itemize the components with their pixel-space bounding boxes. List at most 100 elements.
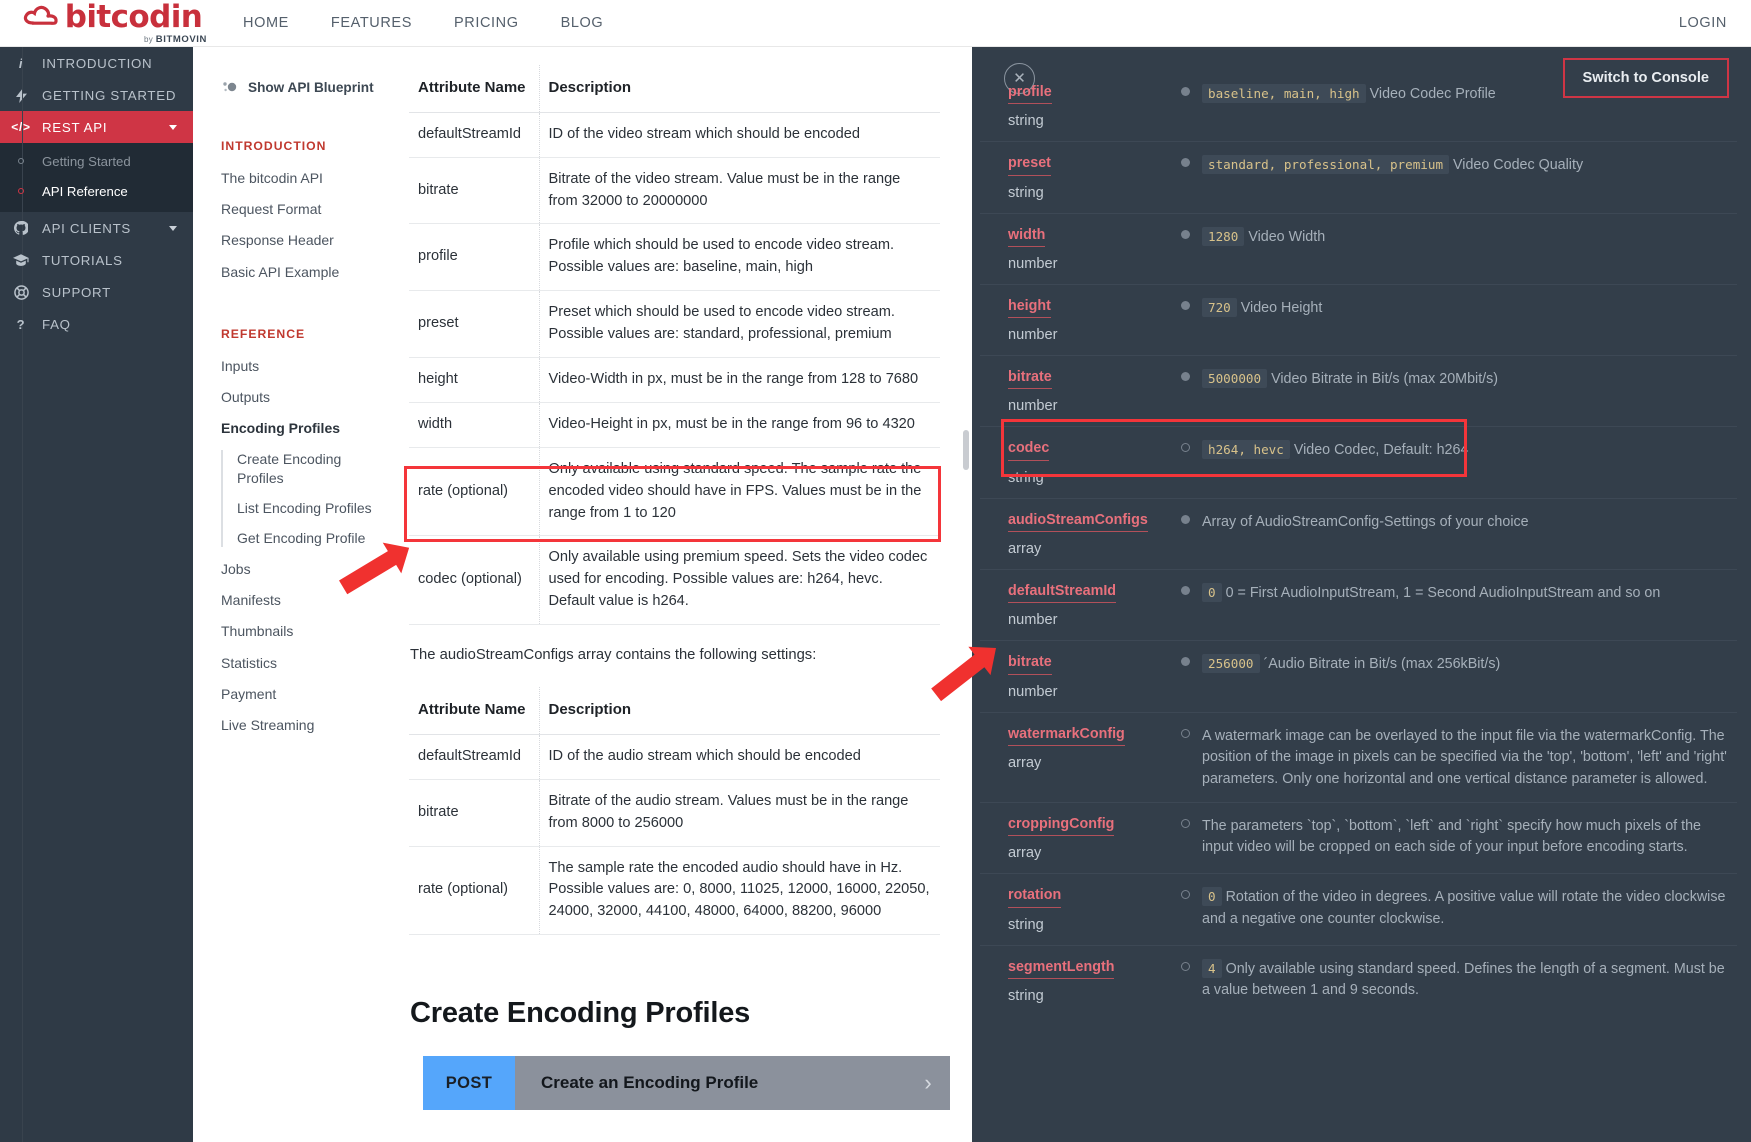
table-header-row: Attribute Name Description xyxy=(409,687,940,735)
toc-spacer xyxy=(221,294,391,327)
optional-indicator xyxy=(1168,815,1202,861)
param-name[interactable]: segmentLength xyxy=(1008,958,1115,979)
toc-link-list-encoding-profiles[interactable]: List Encoding Profiles xyxy=(237,499,391,517)
param-allowed-values: h264, hevc xyxy=(1202,440,1290,460)
sidebar-item-label: TUTORIALS xyxy=(42,252,123,268)
toc-link-statistics[interactable]: Statistics xyxy=(221,654,391,672)
brand-name: bitcodin xyxy=(64,0,203,35)
audio-stream-configs-paragraph: The audioStreamConfigs array contains th… xyxy=(410,647,817,664)
table-of-contents: Show API Blueprint INTRODUCTION The bitc… xyxy=(193,47,391,1142)
parameter-list: profile string baseline, main, high Vide… xyxy=(972,71,1751,1016)
top-nav-features[interactable]: FEATURES xyxy=(331,15,412,31)
cell-description: The sample rate the encoded audio should… xyxy=(539,846,940,936)
optional-indicator xyxy=(1168,439,1202,485)
param-type: string xyxy=(1008,469,1044,486)
toc-link-payment[interactable]: Payment xyxy=(221,685,391,703)
toc-link-thumbnails[interactable]: Thumbnails xyxy=(221,622,391,640)
blueprint-dots-icon xyxy=(223,82,237,92)
param-desc-text: Array of AudioStreamConfig-Settings of y… xyxy=(1202,513,1529,530)
param-name[interactable]: profile xyxy=(1008,83,1052,105)
param-row-profile: profile string baseline, main, high Vide… xyxy=(980,71,1737,141)
param-default-value: 0 xyxy=(1202,583,1222,603)
cell-description: Profile which should be used to encode v… xyxy=(539,223,940,292)
sidebar-item-tutorials[interactable]: TUTORIALS xyxy=(0,244,193,276)
param-row-cropping-config: croppingConfig array The parameters `top… xyxy=(980,801,1737,873)
param-name[interactable]: croppingConfig xyxy=(1008,815,1115,837)
toc-link-manifests[interactable]: Manifests xyxy=(221,591,391,609)
sidebar-item-getting-started-sub[interactable]: Getting Started xyxy=(0,146,193,176)
top-nav-blog[interactable]: BLOG xyxy=(561,15,604,31)
param-name[interactable]: watermarkConfig xyxy=(1008,725,1125,746)
toc-link-outputs[interactable]: Outputs xyxy=(221,388,391,406)
toc-link-create-encoding-profiles[interactable]: Create Encoding Profiles xyxy=(237,450,391,486)
param-desc-text: Video Codec Quality xyxy=(1453,157,1584,174)
param-type: array xyxy=(1008,845,1042,862)
param-name-block: profile string xyxy=(1008,83,1168,129)
toc-link-get-encoding-profile[interactable]: Get Encoding Profile xyxy=(237,529,391,547)
param-name[interactable]: bitrate xyxy=(1008,368,1052,390)
param-default-value: 1280 xyxy=(1202,226,1245,246)
lifebuoy-icon xyxy=(0,284,42,300)
param-row-segment-length: segmentLength string 4 Only available us… xyxy=(980,944,1737,1016)
param-name-block: bitrate number xyxy=(1008,653,1168,700)
param-description: 4 Only available using standard speed. D… xyxy=(1202,958,1727,1004)
param-name-block: height number xyxy=(1008,297,1168,343)
sidebar-item-introduction[interactable]: i INTRODUCTION xyxy=(0,47,193,79)
top-navigation-bar: bitcodin by BITMOVIN HOME FEATURES PRICI… xyxy=(0,0,1751,47)
param-name[interactable]: width xyxy=(1008,226,1046,247)
param-name-block: defaultStreamId number xyxy=(1008,582,1168,628)
cell-description: ID of the audio stream which should be e… xyxy=(539,734,940,780)
table-row: rate (optional) The sample rate the enco… xyxy=(409,846,940,936)
chevron-right-icon[interactable]: › xyxy=(906,1056,950,1111)
param-type: number xyxy=(1008,255,1058,272)
toc-encoding-profiles-children: Create Encoding Profiles List Encoding P… xyxy=(221,450,391,548)
toc-link-jobs[interactable]: Jobs xyxy=(221,560,391,578)
cell-description: Video-Width in px, must be in the range … xyxy=(539,357,940,403)
toc-link-the-bitcodin-api[interactable]: The bitcodin API xyxy=(221,169,391,187)
param-default-value: 4 xyxy=(1202,958,1222,978)
sidebar-item-label: SUPPORT xyxy=(42,284,111,300)
sidebar-item-support[interactable]: SUPPORT xyxy=(0,276,193,308)
required-indicator xyxy=(1168,582,1202,628)
cell-description: Only available using premium speed. Sets… xyxy=(539,535,940,626)
top-nav-pricing[interactable]: PRICING xyxy=(454,15,519,31)
param-name-block: codec string xyxy=(1008,439,1168,486)
param-row-codec: codec string h264, hevc Video Codec, Def… xyxy=(980,426,1737,497)
param-name[interactable]: preset xyxy=(1008,154,1051,176)
cell-description: Preset which should be used to encode vi… xyxy=(539,290,940,358)
top-nav-home[interactable]: HOME xyxy=(243,15,289,31)
param-type: array xyxy=(1008,754,1042,771)
brand-logo[interactable]: bitcodin by BITMOVIN xyxy=(0,0,215,45)
toc-link-response-header[interactable]: Response Header xyxy=(221,231,391,249)
sidebar-item-label: FAQ xyxy=(42,316,71,332)
param-name[interactable]: audioStreamConfigs xyxy=(1008,511,1148,533)
param-description: standard, professional, premium Video Co… xyxy=(1202,154,1727,200)
show-api-blueprint-button[interactable]: Show API Blueprint xyxy=(221,79,391,95)
sidebar-item-api-reference[interactable]: API Reference xyxy=(0,176,193,206)
login-link[interactable]: LOGIN xyxy=(1679,15,1727,31)
main-scrollbar-thumb[interactable] xyxy=(963,430,969,470)
param-name[interactable]: defaultStreamId xyxy=(1008,582,1117,604)
param-type: number xyxy=(1008,327,1058,344)
sidebar-item-api-clients[interactable]: API CLIENTS xyxy=(0,212,193,244)
param-name[interactable]: height xyxy=(1008,297,1051,319)
param-description: baseline, main, high Video Codec Profile xyxy=(1202,83,1727,129)
toc-link-basic-api-example[interactable]: Basic API Example xyxy=(221,263,391,281)
toc-link-request-format[interactable]: Request Format xyxy=(221,200,391,218)
endpoint-create-encoding-profile[interactable]: POST Create an Encoding Profile › xyxy=(423,1056,950,1111)
toc-link-live-streaming[interactable]: Live Streaming xyxy=(221,716,391,734)
param-row-preset: preset string standard, professional, pr… xyxy=(980,141,1737,212)
param-name[interactable]: codec xyxy=(1008,439,1050,461)
toc-link-encoding-profiles[interactable]: Encoding Profiles xyxy=(221,419,391,437)
param-name[interactable]: rotation xyxy=(1008,886,1062,908)
toc-link-inputs[interactable]: Inputs xyxy=(221,357,391,375)
sidebar-item-faq[interactable]: ? FAQ xyxy=(0,308,193,340)
github-icon xyxy=(0,221,42,235)
required-indicator xyxy=(1168,297,1202,343)
param-name-block: bitrate number xyxy=(1008,368,1168,414)
sidebar-item-getting-started[interactable]: GETTING STARTED xyxy=(0,79,193,111)
sidebar-item-rest-api[interactable]: </> REST API xyxy=(0,111,193,143)
required-indicator xyxy=(1168,83,1202,129)
table-header-row: Attribute Name Description xyxy=(409,65,940,113)
param-name[interactable]: bitrate xyxy=(1008,653,1052,675)
